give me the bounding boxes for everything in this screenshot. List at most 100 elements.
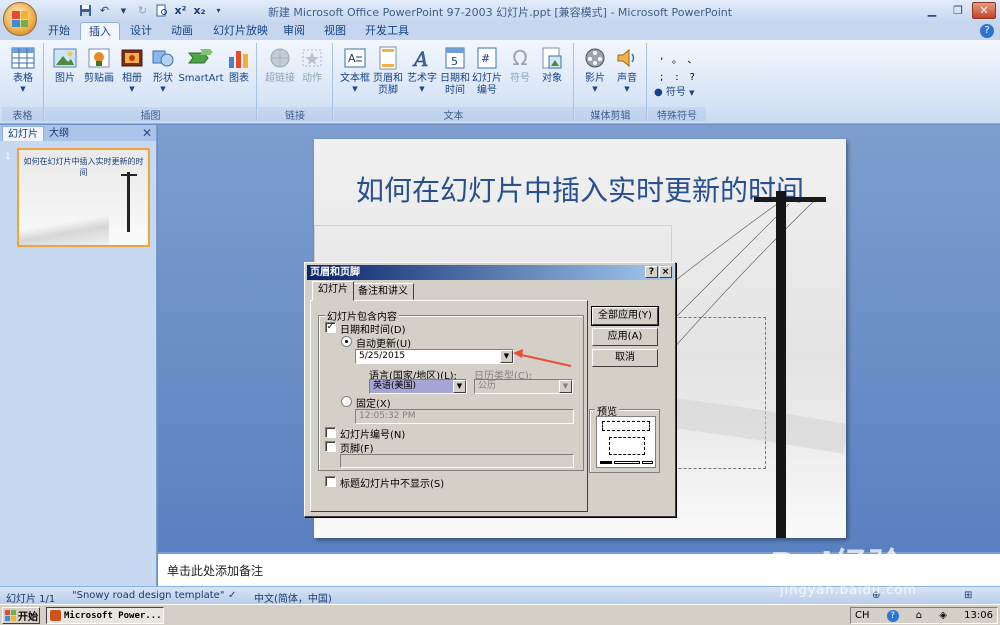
group-media-label: 媒体剪辑 <box>575 107 646 122</box>
datetime-checkbox[interactable]: ✓ <box>325 322 336 333</box>
close-button[interactable]: ✕ <box>972 2 996 19</box>
slide-number-label-2: 编号 <box>477 85 497 96</box>
symbol-enum-comma[interactable]: 、 <box>685 51 700 66</box>
tray-network-icon[interactable]: ⌂ <box>916 610 922 621</box>
footer-label: 页脚(F) <box>340 444 374 455</box>
office-button[interactable] <box>3 2 37 36</box>
chart-button[interactable]: 图表 <box>219 45 259 85</box>
slide-number-checkbox[interactable] <box>325 427 336 438</box>
minimize-button[interactable]: ▁ <box>920 2 944 19</box>
symbol-period[interactable]: 。 <box>669 51 684 66</box>
symbols-grid: , 。 、 ; : ? <box>654 51 700 83</box>
start-button[interactable]: 开始 <box>2 607 40 624</box>
smartart-button[interactable]: SmartArt <box>178 45 224 85</box>
thumbnail-road <box>19 208 109 245</box>
header-footer-label-2: 页脚 <box>378 85 398 96</box>
symbol-question[interactable]: ? <box>685 72 700 83</box>
object-button[interactable]: 对象 <box>532 45 572 85</box>
restore-button[interactable]: ❐ <box>946 2 970 19</box>
fixed-radio[interactable] <box>341 396 352 407</box>
sound-button[interactable]: 声音 ▼ <box>607 45 647 94</box>
film-reel-icon <box>582 45 608 71</box>
language-status[interactable]: 中文(简体，中国) <box>254 590 332 605</box>
group-text: A 文本框 ▼ 页眉和 页脚 A 艺术字 ▼ 5 日期和 时间 # 幻灯片 编号… <box>334 43 574 122</box>
tab-home[interactable]: 开始 <box>40 22 78 40</box>
language-value: 英语(美国) <box>373 381 417 391</box>
tab-animations[interactable]: 动画 <box>163 22 201 40</box>
tab-view[interactable]: 视图 <box>316 22 354 40</box>
sound-label: 声音 <box>617 73 637 84</box>
date-format-select[interactable]: 5/25/2015 ▼ <box>355 349 514 364</box>
picture-label: 图片 <box>55 73 75 84</box>
window-controls: ▁ ❐ ✕ <box>920 2 996 19</box>
tray-clock[interactable]: 13:06 <box>964 610 993 621</box>
spellcheck-icon[interactable]: ✓ <box>228 590 236 601</box>
svg-text:#: # <box>481 52 490 65</box>
tab-slide[interactable]: 幻灯片 <box>312 281 354 301</box>
help-icon[interactable]: ? <box>980 24 994 38</box>
hide-on-title-label: 标题幻灯片中不显示(S) <box>340 479 445 490</box>
svg-text:A: A <box>412 47 428 69</box>
shapes-button[interactable]: 形状 ▼ <box>143 45 183 94</box>
table-button[interactable]: 表格 ▼ <box>3 45 43 94</box>
group-illustrations-label: 插图 <box>45 107 256 122</box>
dialog-help-button[interactable]: ? <box>645 266 658 278</box>
system-tray: CH ? ⌂ ◈ 13:06 <box>850 607 998 624</box>
footer-checkbox[interactable] <box>325 441 336 452</box>
windows-logo-icon <box>5 610 16 621</box>
apply-all-button[interactable]: 全部应用(Y) <box>591 306 659 326</box>
group-links-label: 链接 <box>258 107 332 122</box>
calendar-type-select[interactable]: 公历 ▼ <box>474 379 573 394</box>
apply-button[interactable]: 应用(A) <box>592 328 658 346</box>
action-label: 动作 <box>302 73 322 84</box>
footer-text-input[interactable] <box>340 454 574 468</box>
object-icon <box>539 45 565 71</box>
pane-close-icon[interactable]: ✕ <box>142 126 152 140</box>
fixed-date-input[interactable]: 12:05:32 PM <box>355 409 574 424</box>
group-media: 影片 ▼ 声音 ▼ 媒体剪辑 <box>575 43 647 122</box>
watermark-url: jingyan.baidu.com <box>780 583 917 598</box>
speaker-icon <box>614 45 640 71</box>
special-symbol-dropdown-icon: ▼ <box>689 89 695 97</box>
symbol-comma[interactable]: , <box>654 51 669 66</box>
tab-slideshow[interactable]: 幻灯片放映 <box>205 22 276 40</box>
language-dropdown-icon[interactable]: ▼ <box>453 380 466 393</box>
special-symbol-button[interactable]: ● 符号 ▼ <box>654 83 695 98</box>
tab-outline[interactable]: 大纲 <box>44 126 74 141</box>
symbol-colon[interactable]: : <box>669 72 684 83</box>
symbol-semicolon[interactable]: ; <box>654 72 669 83</box>
datetime-label-1: 日期和 <box>440 73 470 84</box>
powerpoint-icon <box>50 610 61 621</box>
auto-update-radio[interactable] <box>341 336 352 347</box>
ime-indicator[interactable]: CH <box>855 610 870 621</box>
fixed-label: 固定(X) <box>356 399 391 410</box>
taskbar-powerpoint[interactable]: Microsoft Power... <box>46 607 164 624</box>
wordart-label: 艺术字 <box>407 73 437 84</box>
cancel-button[interactable]: 取消 <box>592 349 658 367</box>
calendar-type-dropdown-icon[interactable]: ▼ <box>559 380 572 393</box>
preview-title-area <box>602 421 650 431</box>
group-table: 表格 ▼ 表格 <box>2 43 44 122</box>
ribbon-insert: 表格 ▼ 表格 图片 剪贴画 相册 ▼ 形状 ▼ SmartArt 图表 插图 … <box>0 40 1000 124</box>
tab-design[interactable]: 设计 <box>122 22 160 40</box>
table-dropdown-icon: ▼ <box>20 85 26 93</box>
tab-notes-handouts[interactable]: 备注和讲义 <box>352 283 414 300</box>
slide-thumbnail[interactable]: 如何在幻灯片中插入实时更新的时间 <box>17 148 150 247</box>
clipart-label: 剪贴画 <box>84 73 114 84</box>
tab-slides[interactable]: 幻灯片 <box>2 126 44 141</box>
album-label: 相册 <box>122 73 142 84</box>
hyperlink-globe-icon <box>267 45 293 71</box>
tab-developer[interactable]: 开发工具 <box>357 22 417 40</box>
language-select[interactable]: 英语(美国) ▼ <box>369 379 467 394</box>
fit-slide-icon[interactable]: ⊞ <box>964 590 972 601</box>
tray-volume-icon[interactable]: ◈ <box>939 610 947 621</box>
hyperlink-label: 超链接 <box>265 73 295 84</box>
dialog-close-button[interactable]: × <box>659 266 672 278</box>
shapes-icon <box>150 45 176 71</box>
tray-help-icon[interactable]: ? <box>886 609 899 622</box>
action-button[interactable]: 动作 <box>292 45 332 85</box>
tab-insert[interactable]: 插入 <box>80 22 120 40</box>
auto-update-label: 自动更新(U) <box>356 339 412 350</box>
tab-review[interactable]: 审阅 <box>275 22 313 40</box>
hide-on-title-checkbox[interactable] <box>325 476 336 487</box>
